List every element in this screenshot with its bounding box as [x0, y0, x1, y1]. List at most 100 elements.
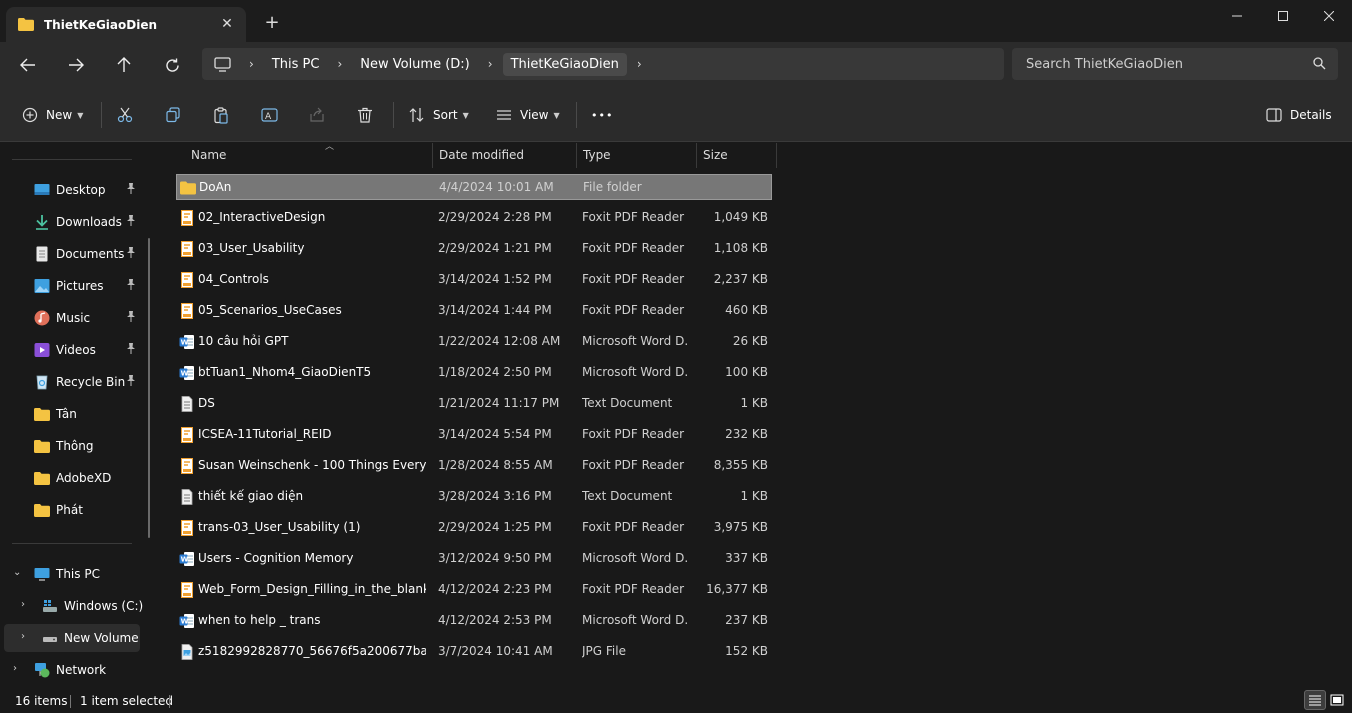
address-bar[interactable]: › This PC › New Volume (D:) › ThietKeGia… [202, 48, 1004, 80]
sidebar-item-this-pc[interactable]: ⌄ This PC [0, 560, 142, 588]
new-button[interactable]: New ▼ [22, 102, 83, 128]
pin-icon[interactable] [126, 183, 136, 197]
file-row[interactable]: trans-03_User_Usability (1) 2/29/2024 1:2… [176, 515, 772, 541]
file-row[interactable]: z5182992828770_56676f5a200677ba4bfa2... 3… [176, 639, 772, 665]
refresh-button[interactable] [158, 52, 186, 78]
sidebar-item-thông[interactable]: Thông [0, 432, 142, 460]
file-row[interactable]: W Users - Cognition Memory 3/12/2024 9:50 … [176, 546, 772, 572]
column-header-label: Type [583, 148, 611, 162]
up-button[interactable] [110, 52, 138, 78]
file-row[interactable]: Web_Form_Design_Filling_in_the_blank 4/12… [176, 577, 772, 603]
sidebar-item-network[interactable]: › Network [0, 656, 142, 684]
chevron-right-icon[interactable]: › [637, 57, 642, 71]
text-file-icon [181, 489, 193, 505]
rename-button[interactable]: A [261, 102, 278, 128]
file-row[interactable]: 04_Controls 3/14/2024 1:52 PM Foxit PDF Re… [176, 267, 772, 293]
file-row[interactable]: 05_Scenarios_UseCases 3/14/2024 1:44 PM Fo… [176, 298, 772, 324]
details-button[interactable]: Details [1266, 102, 1332, 128]
pin-icon[interactable] [126, 375, 136, 389]
new-tab-button[interactable]: + [262, 12, 282, 34]
file-name: DS [198, 396, 215, 410]
file-row[interactable]: 03_User_Usability 2/29/2024 1:21 PM Foxit … [176, 236, 772, 262]
file-row[interactable]: W 10 câu hỏi GPT 1/22/2024 12:08 AM Microso… [176, 329, 772, 355]
breadcrumb-thietkegiaodien[interactable]: ThietKeGiaoDien [502, 52, 627, 76]
pdf-file-icon [181, 241, 193, 257]
close-tab-icon[interactable]: ✕ [218, 15, 236, 33]
breadcrumb-new-volume[interactable]: New Volume (D:) [352, 53, 478, 76]
file-row[interactable]: Wwhen to help _ trans 4/12/2024 2:53 PM Mi… [176, 608, 772, 634]
minimize-button[interactable] [1214, 0, 1260, 32]
chevron-right-icon[interactable]: › [21, 631, 25, 642]
pdf-file-icon [181, 582, 193, 598]
chevron-right-icon[interactable]: › [13, 663, 17, 674]
sidebar-item-music[interactable]: Music [0, 304, 142, 332]
pin-icon[interactable] [126, 279, 136, 293]
file-row[interactable]: 02_InteractiveDesign 2/29/2024 2:28 PM Fox… [176, 205, 772, 231]
sidebar-item-windows-c[interactable]: › Windows (C:) [0, 592, 143, 620]
breadcrumb-this-pc[interactable]: This PC [264, 53, 328, 76]
sidebar-item-tân[interactable]: Tân [0, 400, 142, 428]
file-type: File folder [583, 180, 642, 194]
file-size: 1 KB [740, 489, 768, 503]
pin-icon[interactable] [126, 247, 136, 261]
file-row[interactable]: DS 1/21/2024 11:17 PM Text Document 1 KB [176, 391, 772, 417]
close-window-button[interactable] [1306, 0, 1352, 32]
column-header-type[interactable]: Type [577, 143, 697, 168]
file-date: 3/14/2024 5:54 PM [438, 427, 552, 441]
word-file-icon: W [179, 614, 194, 628]
column-header-size[interactable]: Size [697, 143, 777, 168]
pin-icon[interactable] [126, 343, 136, 357]
file-row[interactable]: Susan Weinschenk - 100 Things Every De..… [176, 453, 772, 479]
column-header-name[interactable]: ︿ Name [185, 142, 433, 168]
file-row[interactable]: WbtTuan1_Nhom4_GiaoDienT5 1/18/2024 2:50 … [176, 360, 772, 386]
view-button[interactable]: View ▼ [496, 102, 560, 128]
file-row[interactable]: thiết kế giao diện 3/28/2024 3:16 PM Text … [176, 484, 772, 510]
details-view-button[interactable] [1304, 690, 1326, 710]
sidebar-item-desktop[interactable]: Desktop [0, 176, 142, 204]
share-button[interactable] [309, 102, 325, 128]
refresh-icon [165, 58, 179, 72]
trash-icon [358, 107, 372, 123]
sidebar-item-adobexd[interactable]: AdobeXD [0, 464, 142, 492]
copy-button[interactable] [165, 102, 181, 128]
back-button[interactable] [14, 52, 42, 78]
sidebar-item-label: Tân [56, 407, 77, 421]
sidebar-item-videos[interactable]: Videos [0, 336, 142, 364]
chevron-down-icon[interactable]: ⌄ [13, 567, 21, 578]
file-row[interactable]: DoAn 4/4/2024 10:01 AM File folder [176, 174, 772, 200]
file-name: Users - Cognition Memory [198, 551, 354, 565]
tab-thietkegiaodien[interactable]: ThietKeGiaoDien ✕ [6, 7, 246, 42]
sidebar-scrollbar[interactable] [148, 238, 150, 538]
column-header-date[interactable]: Date modified [433, 143, 577, 168]
chevron-down-icon: ▼ [462, 110, 469, 120]
cut-button[interactable] [117, 102, 133, 128]
sidebar-item-new-volume-d[interactable]: › New Volume (D:) [4, 624, 140, 652]
word-file-icon: W [179, 335, 194, 349]
sidebar-item-documents[interactable]: Documents [0, 240, 142, 268]
file-type: Text Document [582, 396, 673, 410]
svg-text:W: W [181, 618, 189, 626]
sort-button[interactable]: Sort ▼ [409, 102, 469, 128]
plus-circle-icon [22, 107, 38, 123]
sidebar-item-phát[interactable]: Phát [0, 496, 142, 524]
sidebar-item-recycle-bin[interactable]: Recycle Bin [0, 368, 142, 396]
more-options-button[interactable]: ••• [591, 102, 613, 128]
file-type: Text Document [582, 489, 673, 503]
forward-button[interactable] [62, 52, 90, 78]
search-input[interactable] [1026, 56, 1306, 72]
maximize-button[interactable] [1260, 0, 1306, 32]
sidebar-item-pictures[interactable]: Pictures [0, 272, 142, 300]
documents-icon [36, 246, 48, 262]
paste-button[interactable] [213, 102, 229, 128]
pin-icon[interactable] [126, 311, 136, 325]
file-row[interactable]: ICSEA-11Tutorial_REID 3/14/2024 5:54 PM Fo… [176, 422, 772, 448]
tiles-view-button[interactable] [1326, 690, 1348, 710]
chevron-right-icon[interactable]: › [21, 599, 25, 610]
delete-button[interactable] [357, 102, 373, 128]
pin-icon[interactable] [126, 215, 136, 229]
sidebar-item-label: Desktop [56, 183, 106, 197]
sidebar-item-downloads[interactable]: Downloads [0, 208, 142, 236]
search-box[interactable] [1012, 48, 1338, 80]
sidebar-item-label: Downloads [56, 215, 122, 229]
file-date: 2/29/2024 2:28 PM [438, 210, 552, 224]
